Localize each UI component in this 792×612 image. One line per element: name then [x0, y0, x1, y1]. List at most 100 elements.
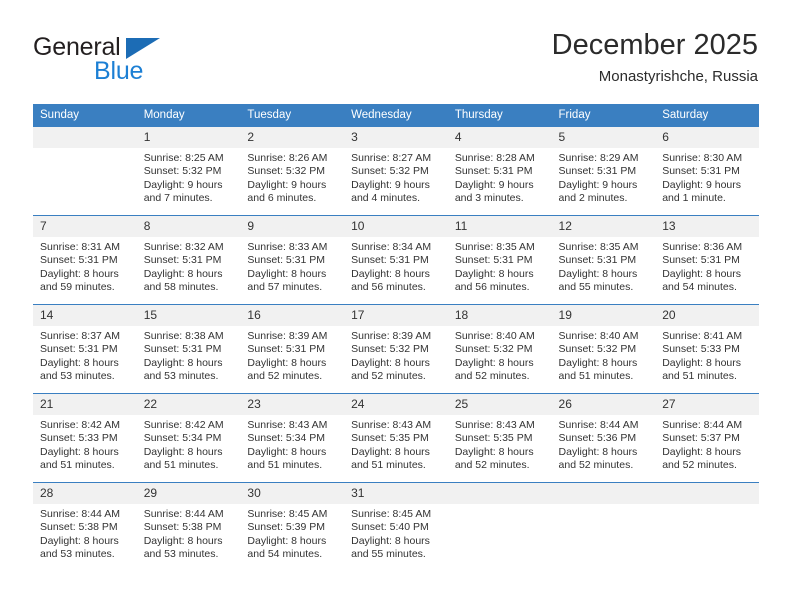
daylight-text-line2: and 58 minutes.: [143, 281, 219, 294]
daylight-text-line1: Daylight: 8 hours: [662, 356, 742, 369]
daylight-text-line2: and 51 minutes.: [247, 459, 323, 472]
calendar-cell[interactable]: 9 Sunrise: 8:33 AM Sunset: 5:31 PM Daylight…: [240, 215, 345, 305]
sunset-text: Sunset: 5:32 PM: [143, 165, 222, 178]
day-number: 30: [240, 483, 345, 504]
daylight-text-line2: and 56 minutes.: [454, 281, 530, 294]
sunrise-text: Sunrise: 8:35 AM: [558, 241, 639, 253]
calendar-cell[interactable]: 15 Sunrise: 8:38 AM Sunset: 5:31 PM Dayligh…: [136, 304, 241, 394]
sunset-text: Sunset: 5:31 PM: [558, 254, 637, 267]
daylight-text-line2: and 59 minutes.: [40, 281, 115, 294]
title-block: December 2025 Monastyrishche, Russia: [552, 28, 758, 88]
daylight-text-line2: and 52 minutes.: [662, 459, 737, 472]
day-info: Sunrise: 8:43 AM Sunset: 5:34 PM Daylight:…: [240, 415, 344, 473]
daylight-text-line1: Daylight: 8 hours: [40, 356, 119, 369]
calendar-cell[interactable]: 8 Sunrise: 8:32 AM Sunset: 5:31 PM Daylight…: [136, 215, 241, 305]
day-info: Sunrise: 8:28 AM Sunset: 5:31 PM Daylight:…: [448, 148, 552, 206]
weekday-header-wednesday: Wednesday: [344, 104, 448, 127]
day-info: [448, 504, 552, 508]
day-info: [33, 148, 137, 152]
calendar-cell[interactable]: [655, 482, 759, 571]
calendar-cell[interactable]: 27 Sunrise: 8:44 AM Sunset: 5:37 PM Dayligh…: [655, 393, 759, 483]
sunset-text: Sunset: 5:34 PM: [143, 432, 222, 445]
weekday-header-thursday: Thursday: [447, 104, 552, 127]
day-info: Sunrise: 8:43 AM Sunset: 5:35 PM Daylight:…: [344, 415, 448, 473]
calendar-cell[interactable]: 2 Sunrise: 8:26 AM Sunset: 5:32 PM Daylight…: [240, 126, 345, 216]
calendar-cell[interactable]: 23 Sunrise: 8:43 AM Sunset: 5:34 PM Dayligh…: [240, 393, 345, 483]
calendar-cell[interactable]: 18 Sunrise: 8:40 AM Sunset: 5:32 PM Dayligh…: [447, 304, 552, 394]
daylight-text-line1: Daylight: 9 hours: [558, 178, 638, 191]
day-number: 18: [447, 305, 552, 326]
daylight-text-line2: and 51 minutes.: [351, 459, 426, 472]
day-number: 12: [551, 216, 656, 237]
sunrise-text: Sunrise: 8:44 AM: [40, 508, 120, 520]
calendar-cell[interactable]: [551, 482, 656, 571]
calendar-cell[interactable]: 22 Sunrise: 8:42 AM Sunset: 5:34 PM Dayligh…: [136, 393, 241, 483]
daylight-text-line2: and 52 minutes.: [454, 459, 530, 472]
calendar-cell[interactable]: 16 Sunrise: 8:39 AM Sunset: 5:31 PM Dayligh…: [240, 304, 345, 394]
calendar-cell[interactable]: 12 Sunrise: 8:35 AM Sunset: 5:31 PM Dayligh…: [551, 215, 656, 305]
calendar-cell[interactable]: 4 Sunrise: 8:28 AM Sunset: 5:31 PM Daylight…: [447, 126, 552, 216]
daylight-text-line1: Daylight: 8 hours: [247, 356, 327, 369]
calendar-cell[interactable]: 28 Sunrise: 8:44 AM Sunset: 5:38 PM Dayligh…: [33, 482, 137, 571]
calendar-cell[interactable]: 17 Sunrise: 8:39 AM Sunset: 5:32 PM Dayligh…: [344, 304, 448, 394]
calendar-cell[interactable]: 5 Sunrise: 8:29 AM Sunset: 5:31 PM Daylight…: [551, 126, 656, 216]
calendar-cell[interactable]: 10 Sunrise: 8:34 AM Sunset: 5:31 PM Dayligh…: [344, 215, 448, 305]
calendar-cell[interactable]: 6 Sunrise: 8:30 AM Sunset: 5:31 PM Daylight…: [655, 126, 759, 216]
sunset-text: Sunset: 5:32 PM: [351, 343, 429, 356]
sunset-text: Sunset: 5:33 PM: [662, 343, 740, 356]
day-info: [552, 504, 656, 508]
calendar-cell[interactable]: 14 Sunrise: 8:37 AM Sunset: 5:31 PM Dayligh…: [33, 304, 137, 394]
calendar-cell[interactable]: 20 Sunrise: 8:41 AM Sunset: 5:33 PM Dayligh…: [655, 304, 759, 394]
calendar-cell[interactable]: 7 Sunrise: 8:31 AM Sunset: 5:31 PM Daylight…: [33, 215, 137, 305]
daylight-text-line1: Daylight: 8 hours: [558, 267, 638, 280]
daylight-text-line2: and 51 minutes.: [662, 370, 737, 383]
daylight-text-line1: Daylight: 8 hours: [40, 534, 119, 547]
calendar-cell[interactable]: 31 Sunrise: 8:45 AM Sunset: 5:40 PM Dayligh…: [344, 482, 448, 571]
day-info: Sunrise: 8:25 AM Sunset: 5:32 PM Daylight:…: [137, 148, 241, 206]
sunrise-text: Sunrise: 8:27 AM: [351, 152, 432, 164]
daylight-text-line1: Daylight: 8 hours: [351, 534, 430, 547]
sunset-text: Sunset: 5:31 PM: [247, 343, 326, 356]
sunrise-text: Sunrise: 8:26 AM: [247, 152, 328, 164]
day-number: 26: [551, 394, 656, 415]
calendar-cell[interactable]: 29 Sunrise: 8:44 AM Sunset: 5:38 PM Dayligh…: [136, 482, 241, 571]
sunrise-text: Sunrise: 8:43 AM: [454, 419, 535, 431]
calendar-cell[interactable]: 13 Sunrise: 8:36 AM Sunset: 5:31 PM Dayligh…: [655, 215, 759, 305]
sunset-text: Sunset: 5:31 PM: [143, 343, 222, 356]
calendar-cell[interactable]: [447, 482, 552, 571]
calendar-cell[interactable]: 19 Sunrise: 8:40 AM Sunset: 5:32 PM Dayligh…: [551, 304, 656, 394]
calendar-cell[interactable]: 11 Sunrise: 8:35 AM Sunset: 5:31 PM Dayligh…: [447, 215, 552, 305]
daylight-text-line1: Daylight: 8 hours: [662, 445, 742, 458]
weekday-header-tuesday: Tuesday: [240, 104, 345, 127]
sunrise-text: Sunrise: 8:40 AM: [558, 330, 639, 342]
sunset-text: Sunset: 5:35 PM: [351, 432, 429, 445]
calendar-cell[interactable]: 24 Sunrise: 8:43 AM Sunset: 5:35 PM Dayligh…: [344, 393, 448, 483]
sunset-text: Sunset: 5:31 PM: [662, 254, 740, 267]
day-number: 7: [33, 216, 137, 237]
logo-text-blue: Blue: [94, 57, 144, 85]
daylight-text-line2: and 55 minutes.: [558, 281, 634, 294]
calendar-cell[interactable]: 26 Sunrise: 8:44 AM Sunset: 5:36 PM Dayligh…: [551, 393, 656, 483]
sunrise-text: Sunrise: 8:45 AM: [247, 508, 328, 520]
calendar-cell[interactable]: 1 Sunrise: 8:25 AM Sunset: 5:32 PM Daylight…: [136, 126, 241, 216]
calendar-cell[interactable]: [33, 126, 137, 216]
daylight-text-line2: and 6 minutes.: [247, 192, 317, 205]
day-info: Sunrise: 8:26 AM Sunset: 5:32 PM Daylight:…: [240, 148, 344, 206]
sunset-text: Sunset: 5:37 PM: [662, 432, 740, 445]
calendar-cell[interactable]: 25 Sunrise: 8:43 AM Sunset: 5:35 PM Dayligh…: [447, 393, 552, 483]
calendar-cell[interactable]: 30 Sunrise: 8:45 AM Sunset: 5:39 PM Dayligh…: [240, 482, 345, 571]
daylight-text-line1: Daylight: 9 hours: [351, 178, 430, 191]
sunset-text: Sunset: 5:31 PM: [247, 254, 326, 267]
daylight-text-line1: Daylight: 9 hours: [247, 178, 327, 191]
daylight-text-line2: and 7 minutes.: [143, 192, 213, 205]
calendar-cell[interactable]: 3 Sunrise: 8:27 AM Sunset: 5:32 PM Daylight…: [344, 126, 448, 216]
calendar-cell[interactable]: 21 Sunrise: 8:42 AM Sunset: 5:33 PM Dayligh…: [33, 393, 137, 483]
day-number: 22: [136, 394, 241, 415]
sunset-text: Sunset: 5:38 PM: [143, 521, 222, 534]
daylight-text-line1: Daylight: 9 hours: [454, 178, 534, 191]
day-number: 19: [551, 305, 656, 326]
weekday-header-saturday: Saturday: [655, 104, 759, 127]
sunset-text: Sunset: 5:31 PM: [662, 165, 740, 178]
sunset-text: Sunset: 5:34 PM: [247, 432, 326, 445]
day-number: 4: [447, 127, 552, 148]
